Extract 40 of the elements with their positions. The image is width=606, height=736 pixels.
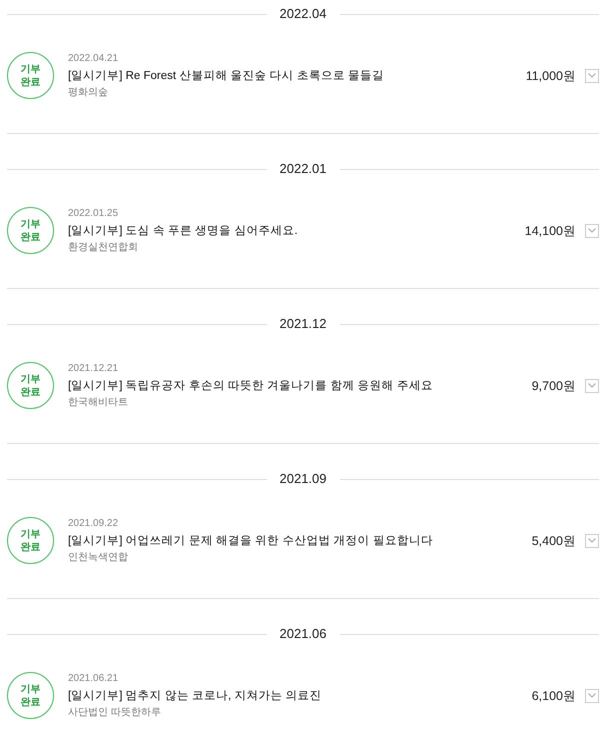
chevron-down-icon bbox=[588, 228, 596, 233]
month-heading: 2021.09 bbox=[278, 471, 328, 487]
donation-amount: 11,000원 bbox=[526, 68, 576, 84]
organization-name: 인천녹색연합 bbox=[68, 551, 128, 564]
donation-title: [일시기부] Re Forest 산불피해 울진숲 다시 초록으로 물들길 bbox=[68, 69, 384, 84]
chevron-down-icon bbox=[588, 538, 596, 543]
donation-date: 2022.01.25 bbox=[68, 207, 118, 220]
organization-name: 사단법인 따뜻한하루 bbox=[68, 706, 161, 719]
status-badge: 기부 완료 bbox=[7, 672, 54, 719]
organization-name: 한국해비타트 bbox=[68, 396, 128, 409]
expand-button[interactable] bbox=[585, 378, 599, 392]
donation-amount: 9,700원 bbox=[532, 378, 576, 394]
donation-amount: 5,400원 bbox=[532, 532, 576, 548]
status-badge: 기부 완료 bbox=[7, 52, 54, 99]
status-badge: 기부 완료 bbox=[7, 517, 54, 564]
donation-title: [일시기부] 어업쓰레기 문제 해결을 위한 수산업법 개정이 필요합니다 bbox=[68, 534, 433, 549]
expand-button[interactable] bbox=[585, 688, 599, 702]
chevron-down-icon bbox=[588, 73, 596, 78]
donation-title: [일시기부] 독립유공자 후손의 따뜻한 겨울나기를 함께 응원해 주세요 bbox=[68, 379, 433, 394]
donation-title: [일시기부] 도심 속 푸른 생명을 심어주세요. bbox=[68, 224, 298, 239]
month-heading: 2021.06 bbox=[278, 626, 328, 642]
chevron-down-icon bbox=[588, 383, 596, 388]
month-heading: 2021.12 bbox=[278, 316, 328, 332]
donation-date: 2021.12.21 bbox=[68, 362, 118, 375]
donation-amount: 14,100원 bbox=[524, 222, 576, 238]
chevron-down-icon bbox=[588, 693, 596, 698]
status-badge: 기부 완료 bbox=[7, 362, 54, 409]
month-heading: 2022.04 bbox=[278, 6, 328, 22]
status-badge: 기부 완료 bbox=[7, 207, 54, 254]
organization-name: 평화의숲 bbox=[68, 86, 108, 99]
organization-name: 환경실천연합회 bbox=[68, 241, 138, 254]
month-heading: 2022.01 bbox=[278, 161, 328, 177]
donation-date: 2021.09.22 bbox=[68, 517, 118, 530]
donation-date: 2022.04.21 bbox=[68, 52, 118, 65]
expand-button[interactable] bbox=[585, 224, 599, 238]
donation-amount: 6,100원 bbox=[532, 688, 576, 704]
donation-date: 2021.06.21 bbox=[68, 672, 118, 685]
expand-button[interactable] bbox=[585, 534, 599, 548]
donation-title: [일시기부] 멈추지 않는 코로나, 지쳐가는 의료진 bbox=[68, 689, 322, 704]
expand-button[interactable] bbox=[585, 68, 599, 82]
